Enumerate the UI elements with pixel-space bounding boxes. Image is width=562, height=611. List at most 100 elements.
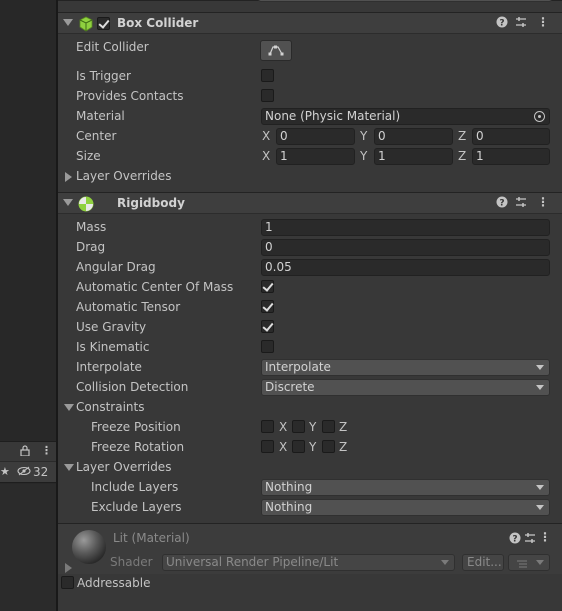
freeze-position-row: Freeze Position X Y Z bbox=[58, 418, 562, 438]
material-header: Lit (Material) ? ⋮ Shader Universal Rend… bbox=[58, 524, 562, 574]
drag-input[interactable]: 0 bbox=[261, 239, 550, 256]
lock-icon[interactable] bbox=[20, 445, 30, 459]
is-kinematic-label: Is Kinematic bbox=[76, 340, 150, 354]
center-z-input[interactable]: 0 bbox=[472, 128, 550, 145]
box-collider-enabled-checkbox[interactable] bbox=[97, 17, 110, 30]
shader-edit-button[interactable]: Edit... bbox=[462, 554, 504, 571]
layer-overrides-foldout-icon[interactable] bbox=[64, 464, 74, 471]
help-icon[interactable]: ? bbox=[509, 532, 521, 547]
include-layers-row: Include Layers Nothing bbox=[58, 478, 562, 498]
angular-drag-input[interactable]: 0.05 bbox=[261, 259, 550, 276]
scene-view-area bbox=[0, 0, 56, 440]
use-gravity-row: Use Gravity bbox=[58, 318, 562, 338]
star-icon[interactable]: ★ bbox=[0, 465, 10, 478]
previous-dropdown[interactable] bbox=[258, 0, 552, 2]
svg-text:?: ? bbox=[499, 19, 504, 29]
object-picker-icon[interactable] bbox=[534, 111, 545, 122]
dropdown-arrow-icon bbox=[536, 560, 544, 565]
collision-detection-row: Collision Detection Discrete bbox=[58, 378, 562, 398]
size-z-input[interactable]: 1 bbox=[472, 148, 550, 165]
include-layers-dropdown[interactable]: Nothing bbox=[261, 479, 550, 496]
mass-input[interactable]: 1 bbox=[261, 219, 550, 236]
inspector-panel: Box Collider ? ⋮ Edit Collider Is Trigge… bbox=[58, 0, 562, 611]
list-icon bbox=[516, 558, 528, 573]
auto-center-of-mass-checkbox[interactable] bbox=[261, 280, 274, 293]
material-label: Material bbox=[76, 109, 125, 123]
freeze-rotation-x-checkbox[interactable] bbox=[261, 440, 274, 453]
is-kinematic-checkbox[interactable] bbox=[261, 340, 274, 353]
rigidbody-layer-overrides-row[interactable]: Layer Overrides bbox=[58, 458, 562, 478]
auto-center-of-mass-row: Automatic Center Of Mass bbox=[58, 278, 562, 298]
dropdown-arrow-icon bbox=[536, 365, 544, 370]
component-menu-icon[interactable]: ⋮ bbox=[539, 530, 551, 544]
help-icon[interactable]: ? bbox=[496, 16, 508, 31]
size-x-value: 1 bbox=[280, 149, 288, 163]
size-x-input[interactable]: 1 bbox=[276, 148, 355, 165]
exclude-layers-dropdown[interactable]: Nothing bbox=[261, 499, 550, 516]
material-preview-sphere bbox=[72, 530, 106, 564]
use-gravity-checkbox[interactable] bbox=[261, 320, 274, 333]
presets-icon[interactable] bbox=[524, 532, 536, 547]
box-collider-title: Box Collider bbox=[117, 16, 199, 30]
layer-overrides-foldout-icon[interactable] bbox=[65, 172, 72, 182]
component-menu-icon[interactable]: ⋮ bbox=[537, 195, 549, 209]
shader-edit-label: Edit... bbox=[467, 555, 502, 569]
rigidbody-header[interactable]: Rigidbody ? ⋮ bbox=[58, 192, 562, 214]
help-icon[interactable]: ? bbox=[496, 196, 508, 211]
box-collider-header[interactable]: Box Collider ? ⋮ bbox=[58, 12, 562, 34]
presets-icon[interactable] bbox=[515, 16, 527, 31]
provides-contacts-checkbox[interactable] bbox=[261, 89, 274, 102]
box-collider-layer-overrides-row[interactable]: Layer Overrides bbox=[58, 167, 562, 187]
shader-dropdown[interactable]: Universal Render Pipeline/Lit bbox=[162, 554, 455, 571]
shader-options-dropdown[interactable] bbox=[508, 554, 550, 571]
rigidbody-title: Rigidbody bbox=[117, 196, 185, 210]
rigidbody-layer-overrides-label: Layer Overrides bbox=[76, 460, 172, 474]
interpolate-dropdown[interactable]: Interpolate bbox=[261, 359, 550, 376]
center-row: Center X 0 Y 0 Z 0 bbox=[58, 127, 562, 147]
material-foldout-icon[interactable] bbox=[65, 563, 72, 573]
freeze-rotation-y-checkbox[interactable] bbox=[292, 440, 305, 453]
edit-collider-button[interactable] bbox=[260, 40, 292, 61]
angular-drag-value: 0.05 bbox=[265, 260, 292, 274]
angular-drag-row: Angular Drag 0.05 bbox=[58, 258, 562, 278]
freeze-rotation-y-label: Y bbox=[309, 440, 317, 454]
is-trigger-checkbox[interactable] bbox=[261, 69, 274, 82]
mass-label: Mass bbox=[76, 220, 107, 234]
center-y-input[interactable]: 0 bbox=[374, 128, 453, 145]
center-x-axis-label: X bbox=[262, 129, 271, 143]
drag-label: Drag bbox=[76, 240, 106, 254]
material-value: None (Physic Material) bbox=[265, 109, 401, 123]
addressable-row: Addressable bbox=[58, 574, 562, 594]
addressable-label: Addressable bbox=[77, 576, 151, 590]
freeze-rotation-z-checkbox[interactable] bbox=[322, 440, 335, 453]
freeze-position-z-checkbox[interactable] bbox=[322, 420, 335, 433]
constraints-row[interactable]: Constraints bbox=[58, 398, 562, 418]
component-menu-icon[interactable]: ⋮ bbox=[537, 15, 549, 29]
mass-value: 1 bbox=[265, 220, 273, 234]
box-collider-layer-overrides-label: Layer Overrides bbox=[76, 169, 172, 183]
material-object-field[interactable]: None (Physic Material) bbox=[261, 108, 550, 125]
size-y-input[interactable]: 1 bbox=[374, 148, 453, 165]
freeze-position-y-checkbox[interactable] bbox=[292, 420, 305, 433]
addressable-checkbox[interactable] bbox=[61, 576, 74, 589]
visibility-icon[interactable] bbox=[17, 466, 31, 479]
mass-row: Mass 1 bbox=[58, 218, 562, 238]
freeze-position-x-checkbox[interactable] bbox=[261, 420, 274, 433]
size-x-axis-label: X bbox=[262, 149, 271, 163]
freeze-position-label: Freeze Position bbox=[91, 420, 181, 434]
center-x-input[interactable]: 0 bbox=[276, 128, 355, 145]
box-collider-foldout-icon[interactable] bbox=[63, 19, 73, 26]
interpolate-label: Interpolate bbox=[76, 360, 142, 374]
presets-icon[interactable] bbox=[515, 196, 527, 211]
constraints-foldout-icon[interactable] bbox=[64, 404, 74, 411]
auto-tensor-label: Automatic Tensor bbox=[76, 300, 181, 314]
edit-collider-row: Edit Collider bbox=[58, 38, 562, 58]
shader-label: Shader bbox=[110, 555, 153, 569]
rigidbody-foldout-icon[interactable] bbox=[63, 199, 73, 206]
is-trigger-row: Is Trigger bbox=[58, 67, 562, 87]
collision-detection-dropdown[interactable]: Discrete bbox=[261, 379, 550, 396]
more-options-icon[interactable]: ⋮ bbox=[41, 444, 52, 457]
freeze-rotation-z-label: Z bbox=[339, 440, 348, 454]
interpolate-row: Interpolate Interpolate bbox=[58, 358, 562, 378]
auto-tensor-checkbox[interactable] bbox=[261, 300, 274, 313]
